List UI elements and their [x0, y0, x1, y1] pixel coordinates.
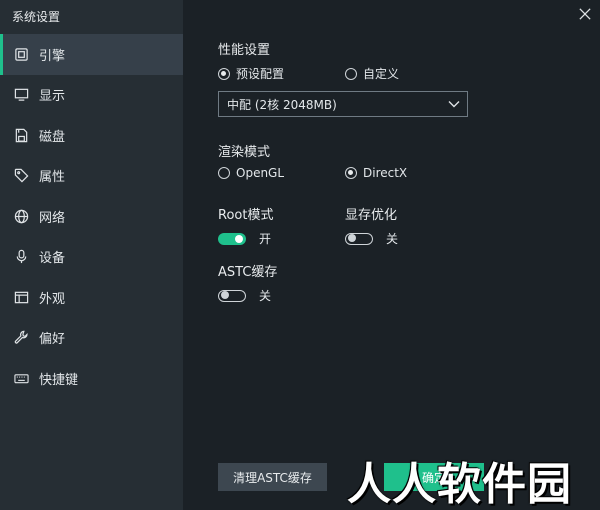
- tag-icon: [13, 168, 29, 184]
- radio-directx[interactable]: DirectX: [345, 166, 407, 180]
- root-mode-toggle[interactable]: 开: [218, 230, 271, 247]
- keyboard-icon: [13, 370, 29, 386]
- chip-icon: [13, 46, 29, 62]
- toggle-state-label: 开: [259, 232, 272, 246]
- clear-astc-cache-button[interactable]: 清理ASTC缓存: [218, 463, 327, 491]
- astc-cache-toggle[interactable]: 关: [218, 287, 271, 304]
- sidebar-item-devices[interactable]: 设备: [0, 237, 183, 278]
- performance-select[interactable]: 中配 (2核 2048MB): [218, 91, 468, 117]
- sidebar-item-label: 外观: [39, 291, 66, 307]
- performance-title: 性能设置: [218, 43, 271, 58]
- gpu-optimization-title: 显存优化: [345, 208, 398, 223]
- sidebar-item-label: 显示: [39, 89, 66, 105]
- close-button[interactable]: [575, 5, 595, 25]
- sidebar-item-display[interactable]: 显示: [0, 75, 183, 116]
- toggle-switch: [218, 232, 246, 245]
- toggle-state-label: 关: [386, 232, 399, 246]
- sidebar-item-engine[interactable]: 引擎: [0, 34, 183, 75]
- sidebar-item-shortcuts[interactable]: 快捷键: [0, 358, 183, 399]
- sidebar-item-disk[interactable]: 磁盘: [0, 115, 183, 156]
- microphone-icon: [13, 249, 29, 265]
- render-mode-title: 渲染模式: [218, 145, 271, 160]
- wrench-icon: [13, 330, 29, 346]
- radio-indicator: [345, 67, 357, 80]
- radio-opengl[interactable]: OpenGL: [218, 166, 284, 180]
- chevron-down-icon: [448, 101, 460, 108]
- radio-label: 预设配置: [236, 67, 285, 81]
- select-value: 中配 (2核 2048MB): [227, 97, 337, 112]
- window-icon: [13, 289, 29, 305]
- astc-cache-title: ASTC缓存: [218, 265, 278, 280]
- disk-icon: [13, 127, 29, 143]
- radio-preset-config[interactable]: 预设配置: [218, 65, 284, 82]
- radio-custom[interactable]: 自定义: [345, 65, 399, 82]
- gpu-optimization-toggle[interactable]: 关: [345, 230, 398, 247]
- sidebar-item-label: 快捷键: [39, 372, 79, 388]
- monitor-icon: [13, 87, 29, 103]
- globe-icon: [13, 208, 29, 224]
- sidebar-nav: 引擎 显示 磁盘 属性 网络 设备 外观 偏好 快捷键: [0, 34, 183, 399]
- toggle-state-label: 关: [259, 289, 272, 303]
- sidebar-item-label: 磁盘: [39, 129, 66, 145]
- sidebar-item-properties[interactable]: 属性: [0, 156, 183, 197]
- radio-label: DirectX: [363, 166, 408, 180]
- radio-label: OpenGL: [236, 166, 285, 180]
- root-mode-title: Root模式: [218, 208, 274, 223]
- toggle-switch: [218, 289, 246, 302]
- sidebar-item-label: 设备: [39, 251, 66, 267]
- sidebar-item-network[interactable]: 网络: [0, 196, 183, 237]
- sidebar-item-preferences[interactable]: 偏好: [0, 318, 183, 359]
- sidebar-item-appearance[interactable]: 外观: [0, 277, 183, 318]
- close-icon: [579, 8, 591, 20]
- radio-indicator: [218, 167, 230, 179]
- sidebar-item-label: 引擎: [39, 48, 66, 64]
- sidebar-item-label: 网络: [39, 210, 66, 226]
- watermark-text: 人人软件园: [347, 459, 572, 510]
- radio-indicator: [345, 167, 357, 179]
- sidebar-item-label: 属性: [39, 170, 66, 186]
- window-title: 系统设置: [12, 10, 61, 24]
- radio-indicator: [218, 67, 230, 80]
- toggle-switch: [345, 232, 373, 245]
- sidebar: 系统设置 引擎 显示 磁盘 属性 网络 设备 外观 偏好 快捷键: [0, 0, 183, 510]
- sidebar-item-label: 偏好: [39, 332, 66, 348]
- settings-window: 系统设置 引擎 显示 磁盘 属性 网络 设备 外观 偏好 快捷键 性能设置 预设…: [0, 0, 600, 510]
- radio-label: 自定义: [363, 67, 400, 81]
